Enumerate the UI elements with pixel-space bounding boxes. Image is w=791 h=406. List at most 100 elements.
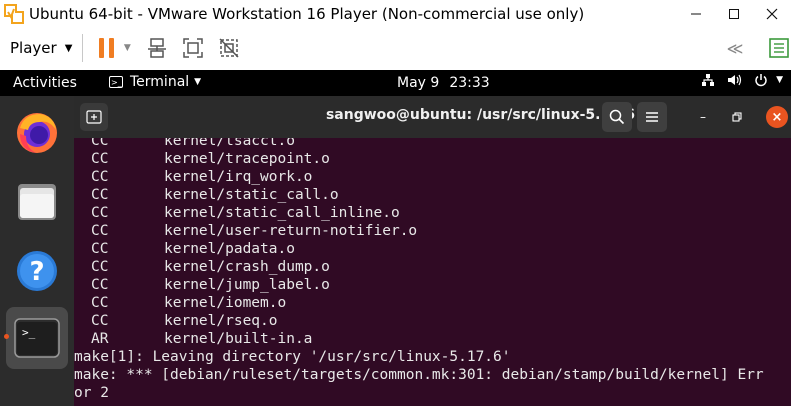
- build-step: CC: [91, 223, 109, 239]
- build-target: kernel/irq_work.o: [164, 169, 313, 185]
- minimize-terminal-button[interactable]: –: [688, 102, 718, 132]
- build-step: CC: [91, 205, 109, 221]
- help-icon: ?: [17, 251, 57, 291]
- clock-date: May 9: [397, 75, 440, 91]
- activities-button[interactable]: Activities: [13, 75, 77, 91]
- pause-options-dropdown[interactable]: ▼: [121, 36, 133, 60]
- dock-item-help[interactable]: ?: [6, 240, 68, 302]
- terminal-lines: CC kernel/tsacct.o CC kernel/tracepoint.o CC…: [74, 138, 791, 402]
- new-tab-icon: [86, 110, 102, 124]
- terminal-line: CC kernel/tracepoint.o: [74, 150, 791, 168]
- close-icon: ×: [771, 109, 783, 125]
- make-message: or 2: [74, 385, 109, 401]
- vm-screen[interactable]: Activities >_ Terminal ▼ May 9 23:33 ▼ ?…: [0, 70, 791, 406]
- chevron-down-icon: ▼: [123, 43, 131, 53]
- window-title: Ubuntu 64-bit - VMware Workstation 16 Pl…: [29, 5, 585, 23]
- vmware-title-bar: Ubuntu 64-bit - VMware Workstation 16 Pl…: [0, 0, 791, 28]
- app-menu-button[interactable]: >_ Terminal ▼: [109, 74, 201, 90]
- pause-button[interactable]: [95, 36, 119, 60]
- app-menu-label: Terminal: [130, 74, 190, 90]
- unity-button[interactable]: [217, 36, 241, 60]
- terminal-title: sangwoo@ubuntu: /usr/src/linux-5.17.6: [325, 107, 636, 123]
- maximize-icon: [729, 9, 739, 19]
- chevron-down-icon: ▼: [64, 42, 73, 54]
- terminal-line: CC kernel/tsacct.o: [74, 138, 791, 150]
- terminal-line: CC kernel/rseq.o: [74, 312, 791, 330]
- make-message: make: *** [debian/ruleset/targets/common…: [74, 367, 764, 383]
- running-indicator: [4, 334, 9, 339]
- player-menu-button[interactable]: Player ▼: [10, 39, 72, 57]
- back-button[interactable]: ≪: [723, 36, 747, 60]
- firefox-icon: [17, 113, 57, 153]
- build-step: CC: [91, 151, 109, 167]
- terminal-line: CC kernel/iomem.o: [74, 294, 791, 312]
- unity-icon: [219, 38, 239, 58]
- terminal-line: or 2: [74, 384, 791, 402]
- files-icon: [18, 184, 56, 220]
- svg-text:>_: >_: [22, 326, 36, 339]
- power-icon: [754, 73, 768, 87]
- send-ctrl-alt-del-button[interactable]: [145, 36, 169, 60]
- terminal-icon: >_: [14, 318, 60, 358]
- svg-text:?: ?: [29, 257, 44, 287]
- toolbar-divider: [82, 34, 84, 62]
- build-target: kernel/user-return-notifier.o: [164, 223, 418, 239]
- build-target: kernel/crash_dump.o: [164, 259, 330, 275]
- maximize-icon: [732, 112, 742, 122]
- ubuntu-dock: ? >_: [0, 96, 74, 406]
- dock-item-files[interactable]: [6, 171, 68, 233]
- clock-time: 23:33: [449, 75, 490, 91]
- terminal-line: CC kernel/jump_label.o: [74, 276, 791, 294]
- terminal-line: CC kernel/static_call_inline.o: [74, 204, 791, 222]
- gnome-top-bar: Activities >_ Terminal ▼ May 9 23:33 ▼: [0, 70, 791, 96]
- back-icon: ≪: [726, 38, 744, 58]
- make-message: make[1]: Leaving directory '/usr/src/lin…: [74, 349, 511, 365]
- close-icon: [766, 8, 778, 20]
- close-window-button[interactable]: [753, 0, 791, 28]
- dock-item-terminal[interactable]: >_: [6, 307, 68, 369]
- build-step: AR: [91, 331, 109, 347]
- terminal-window[interactable]: sangwoo@ubuntu: /usr/src/linux-5.17.6 –: [74, 96, 791, 406]
- new-tab-button[interactable]: [80, 103, 108, 131]
- terminal-output[interactable]: CC kernel/tsacct.o CC kernel/tracepoint.o CC…: [74, 138, 791, 406]
- build-target: kernel/iomem.o: [164, 295, 287, 311]
- maximize-terminal-button[interactable]: [722, 102, 752, 132]
- build-step: CC: [91, 277, 109, 293]
- toolbar-right-group: ≪: [717, 28, 791, 68]
- maximize-button[interactable]: [715, 0, 753, 28]
- build-step: CC: [91, 187, 109, 203]
- volume-icon: [727, 73, 742, 87]
- library-icon: [769, 38, 789, 58]
- search-icon: [609, 109, 625, 125]
- build-step: CC: [91, 169, 109, 185]
- terminal-line: CC kernel/padata.o: [74, 240, 791, 258]
- chevron-down-icon: ▼: [194, 77, 202, 87]
- terminal-line: AR kernel/built-in.a: [74, 330, 791, 348]
- full-screen-button[interactable]: [181, 36, 205, 60]
- send-ctrl-alt-del-icon: [148, 38, 167, 58]
- pause-icon: [99, 38, 115, 58]
- close-terminal-button[interactable]: ×: [766, 106, 788, 128]
- terminal-line: make: *** [debian/ruleset/targets/common…: [74, 366, 791, 384]
- minimize-button[interactable]: [677, 0, 715, 28]
- vmware-app-icon: [4, 4, 24, 24]
- vmware-toolbar: Player ▼ ▼ ≪: [0, 28, 791, 68]
- build-target: kernel/padata.o: [164, 241, 295, 257]
- menu-button[interactable]: [637, 102, 667, 132]
- terminal-title-wrapper: sangwoo@ubuntu: /usr/src/linux-5.17.6: [74, 107, 791, 123]
- build-step: CC: [91, 241, 109, 257]
- search-button[interactable]: [602, 102, 632, 132]
- build-step: CC: [91, 313, 109, 329]
- build-target: kernel/static_call_inline.o: [164, 205, 400, 221]
- dock-item-firefox[interactable]: [6, 102, 68, 164]
- clock[interactable]: May 9 23:33: [397, 75, 500, 91]
- library-button[interactable]: [767, 36, 791, 60]
- build-target: kernel/tracepoint.o: [164, 151, 330, 167]
- build-step: CC: [91, 138, 109, 149]
- system-tray[interactable]: ▼: [689, 73, 783, 87]
- window-controls: [677, 0, 791, 28]
- terminal-line: CC kernel/irq_work.o: [74, 168, 791, 186]
- minimize-icon: [691, 13, 701, 15]
- chevron-down-icon: ▼: [776, 75, 783, 85]
- minimize-icon: –: [700, 110, 706, 124]
